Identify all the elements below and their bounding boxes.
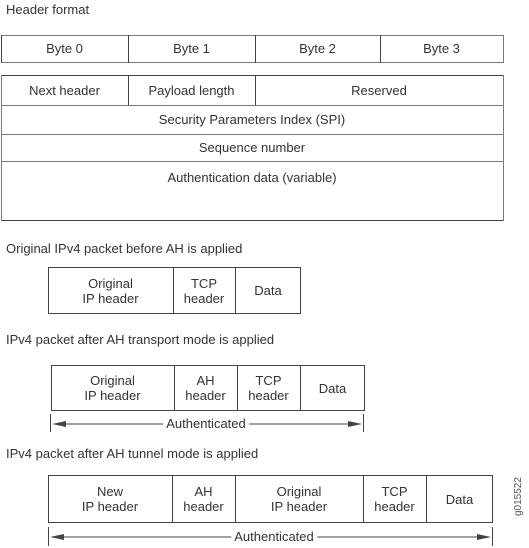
cell-line2: header xyxy=(374,499,415,514)
cell-line1: AH xyxy=(194,484,213,499)
cell-line1: New xyxy=(96,484,123,499)
cell-line2: header xyxy=(185,388,226,403)
new-ip-header-cell: New IP header xyxy=(48,475,172,523)
cell-line2: IP header xyxy=(82,290,139,306)
cell-line1: Original xyxy=(88,275,133,291)
tcp-header-cell: TCP header xyxy=(237,365,300,411)
arrow-left-icon xyxy=(52,421,66,427)
cell-line1: AH xyxy=(196,373,215,388)
byte-3-label: Byte 3 xyxy=(423,41,460,56)
ah-header-cell: AH header xyxy=(174,365,237,411)
header-format-title: Header format xyxy=(6,2,90,17)
cell-line1: TCP xyxy=(190,275,217,291)
cell-line1: TCP xyxy=(255,373,282,388)
arrow-left-icon xyxy=(50,534,64,540)
cell-line2: header xyxy=(248,388,289,403)
tunnel-authenticated-label: Authenticated xyxy=(231,530,317,544)
byte-row-right-border xyxy=(503,35,504,63)
data-cell: Data xyxy=(254,283,282,298)
sequence-number-field: Sequence number xyxy=(198,140,306,155)
cell-line1: Original xyxy=(90,373,135,388)
next-header-field: Next header xyxy=(29,82,100,98)
arrow-right-icon xyxy=(477,534,491,540)
byte-1-label: Byte 1 xyxy=(173,41,210,56)
cell-line2: header xyxy=(183,290,225,306)
row-divider xyxy=(1,161,504,162)
cell-line2: IP header xyxy=(270,499,328,514)
byte-row-bottom-border xyxy=(1,62,504,63)
authentication-data-field: Authentication data (variable) xyxy=(167,169,337,185)
original-ip-header-cell: Original IP header xyxy=(51,365,174,411)
transport-authenticated-label: Authenticated xyxy=(163,417,249,431)
reserved-field: Reserved xyxy=(351,82,407,98)
arrow-right-icon xyxy=(348,421,362,427)
original-ip-header-cell: Original IP header xyxy=(48,267,173,314)
cell-line1: TCP xyxy=(381,484,408,499)
cell-line2: IP header xyxy=(84,388,141,403)
figure-id: g015522 xyxy=(513,477,524,516)
ah-header-cell: AH header xyxy=(172,475,235,523)
cell-line2: IP header xyxy=(81,499,139,514)
cell-line1: Original xyxy=(276,484,322,499)
table-right-border xyxy=(503,75,504,221)
original-packet-title: Original IPv4 packet before AH is applie… xyxy=(6,241,243,256)
byte-0-label: Byte 0 xyxy=(46,41,83,56)
payload-length-field: Payload length xyxy=(148,82,235,98)
cell-line2: header xyxy=(183,499,224,514)
table-bottom-border xyxy=(1,220,504,221)
tunnel-mode-title: IPv4 packet after AH tunnel mode is appl… xyxy=(6,446,259,461)
spi-field: Security Parameters Index (SPI) xyxy=(158,112,346,127)
data-cell: Data xyxy=(318,380,347,396)
byte-2-label: Byte 2 xyxy=(299,41,336,56)
transport-mode-title: IPv4 packet after AH transport mode is a… xyxy=(6,332,275,347)
original-ip-header-cell: Original IP header xyxy=(235,475,363,523)
tcp-header-cell: TCP header xyxy=(363,475,426,523)
tcp-header-cell: TCP header xyxy=(173,267,235,314)
data-cell: Data xyxy=(445,491,474,507)
